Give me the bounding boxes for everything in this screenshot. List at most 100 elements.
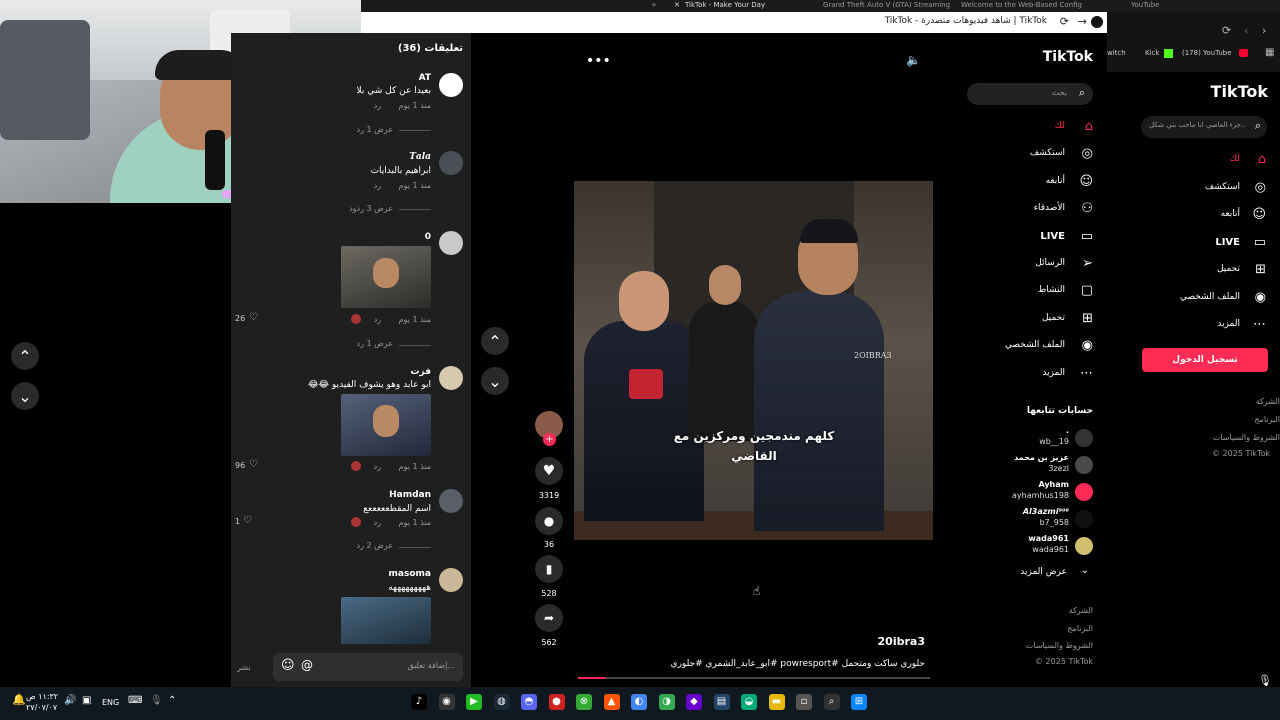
following-name[interactable]: Al3azmi⁹⁰⁶ (1023, 507, 1069, 516)
tab-close-icon[interactable]: + (651, 1, 657, 9)
following-handle[interactable]: wada961 (1032, 545, 1069, 554)
video-author[interactable]: 20ibra3 (878, 635, 925, 648)
friends-icon[interactable]: ⚇ (1081, 201, 1093, 216)
bookmark-twitch[interactable]: witch (1107, 49, 1126, 57)
comment-user[interactable]: masoma (389, 569, 431, 579)
right-nav-item-label[interactable]: لك (1230, 154, 1240, 164)
sidebar-item-label[interactable]: الرسائل (1035, 258, 1065, 268)
edge-icon[interactable]: ◒ (741, 694, 757, 710)
share-button[interactable]: ➦ (535, 604, 563, 632)
tiktok-icon[interactable]: ♪ (411, 694, 427, 710)
terminal-icon[interactable]: ▤ (713, 694, 730, 710)
steam-icon[interactable]: ◍ (493, 694, 510, 710)
following-icon[interactable]: ☺ (1079, 174, 1093, 189)
avatar[interactable] (1075, 483, 1093, 501)
compass-icon[interactable]: ◎ (1082, 146, 1093, 161)
tiktok-logo[interactable]: TikTok (1043, 49, 1093, 65)
tab-tiktok[interactable]: TikTok - Make Your Day (685, 1, 765, 9)
compass-icon[interactable]: ◎ (1255, 180, 1266, 195)
tab-close-icon[interactable]: ✕ (674, 1, 680, 9)
search-input[interactable]: بحث ⌕ (967, 83, 1093, 105)
following-handle[interactable]: 3zezl (1048, 464, 1069, 473)
following-handle[interactable]: ayhamhus198 (1012, 491, 1069, 500)
sidebar-item-label[interactable]: الملف الشخصي (1005, 340, 1065, 350)
view-replies[interactable]: عرض 1 رد (357, 339, 393, 348)
comment-user[interactable]: 0 (425, 232, 431, 242)
reply-link[interactable]: رد (374, 101, 381, 110)
reload-icon[interactable]: ⟳ (1060, 15, 1069, 28)
right-nav-item-label[interactable]: أتابعه (1221, 209, 1240, 219)
heart-icon[interactable]: ♡ (249, 459, 258, 470)
comment-user[interactable]: 𝑻𝒂𝒍𝒂 (409, 152, 431, 162)
emoji-icon[interactable]: ☺ (281, 658, 295, 673)
forward-icon[interactable]: › (1262, 24, 1266, 37)
following-icon[interactable]: ☺ (1252, 207, 1266, 222)
avatar[interactable] (1075, 537, 1093, 555)
obs-icon[interactable]: ◉ (438, 694, 455, 710)
back-icon[interactable]: ‹ (1244, 24, 1248, 37)
avatar[interactable] (439, 231, 463, 255)
avatar[interactable] (439, 489, 463, 513)
post-button[interactable]: نشر (237, 663, 251, 672)
sidebar-item-label[interactable]: استكشف (1030, 148, 1065, 158)
search-icon[interactable]: ⌕ (823, 694, 840, 710)
mention-icon[interactable]: @ (301, 658, 313, 672)
activity-icon[interactable]: ▢ (1081, 283, 1093, 298)
more-options-icon[interactable]: ••• (586, 53, 611, 69)
reply-link[interactable]: رد (374, 462, 381, 471)
live-icon[interactable]: ▭ (1081, 229, 1093, 244)
bookmark-youtube[interactable]: (178) YouTube (1182, 49, 1232, 57)
right-nav-item-label[interactable]: LIVE (1215, 237, 1240, 248)
reply-link[interactable]: رد (374, 518, 381, 527)
volume-icon[interactable]: 🔈 (906, 53, 921, 67)
heart-icon[interactable]: ♡ (243, 515, 252, 526)
following-handle[interactable]: wb__19 (1039, 437, 1069, 446)
address-bar[interactable]: TikTok | شاهد فيديوهات متصدرة - TikTok ⟳… (361, 12, 1107, 33)
sidebar-item-label[interactable]: النشاط (1038, 285, 1065, 295)
window-icon[interactable]: ▫ (796, 694, 812, 710)
bookmark-kick[interactable]: Kick (1145, 49, 1159, 57)
tiktok-logo[interactable]: TikTok (1211, 82, 1268, 101)
footer-company[interactable]: الشركة (1069, 606, 1093, 615)
keyboard-icon[interactable]: ⌨ (128, 695, 142, 706)
reply-link[interactable]: رد (374, 181, 381, 190)
search-icon[interactable]: ⌕ (1255, 119, 1261, 133)
avatar[interactable] (1075, 429, 1093, 447)
chevron-up-icon[interactable]: ⌃ (168, 695, 176, 706)
heart-icon[interactable]: ♡ (249, 312, 258, 323)
microphone-icon[interactable]: 🎙 (150, 695, 163, 706)
following-handle[interactable]: b7_958 (1040, 518, 1069, 527)
search-icon[interactable]: ⌕ (1079, 86, 1085, 100)
play-icon[interactable]: ▶ (466, 694, 482, 710)
previous-video-button[interactable]: ⌃ (481, 327, 509, 355)
comment-button[interactable]: ● (535, 507, 563, 535)
login-button[interactable]: تسجيل الدخول (1142, 348, 1268, 372)
home-icon[interactable]: ⌂ (1258, 152, 1266, 167)
chrome-icon[interactable]: ◑ (658, 694, 675, 710)
taskbar-date[interactable]: ٢٧/٠٧/٠٧ (26, 703, 57, 712)
avatar[interactable] (439, 366, 463, 390)
tab-youtube[interactable]: YouTube (1131, 1, 1159, 9)
comment-user[interactable]: فزت (410, 367, 431, 377)
upload-icon[interactable]: ⊞ (1255, 262, 1266, 277)
brave-icon[interactable]: ▲ (603, 694, 620, 710)
sidebar-item-label[interactable]: المزيد (1042, 368, 1065, 378)
comment-image[interactable] (341, 597, 431, 644)
grid-icon[interactable]: ▦ (1265, 47, 1274, 58)
avatar[interactable] (439, 73, 463, 97)
windows-start-icon[interactable]: ⊞ (851, 694, 867, 710)
reload-icon[interactable]: ⟳ (1222, 24, 1231, 37)
footer-terms[interactable]: الشروط والسياسات (1026, 641, 1093, 650)
avatar[interactable] (439, 568, 463, 592)
comment-user[interactable]: AT (419, 73, 431, 83)
profile-icon[interactable]: ◉ (1255, 290, 1266, 305)
video-player[interactable]: 2OIBRA3 كلهم مندمجين ومركزين مع القاضي (574, 181, 933, 540)
sidebar-item-label[interactable]: لك (1055, 121, 1065, 131)
profile-icon[interactable]: ◉ (1082, 338, 1093, 353)
follow-plus-icon[interactable]: + (543, 433, 556, 446)
more-icon[interactable]: ⋯ (1253, 317, 1266, 332)
sidebar-item-label[interactable]: تحميل (1042, 313, 1065, 323)
following-name[interactable]: . (1066, 426, 1069, 435)
footer-program[interactable]: البرنامج (1254, 415, 1280, 424)
progress-bar[interactable] (578, 677, 930, 679)
